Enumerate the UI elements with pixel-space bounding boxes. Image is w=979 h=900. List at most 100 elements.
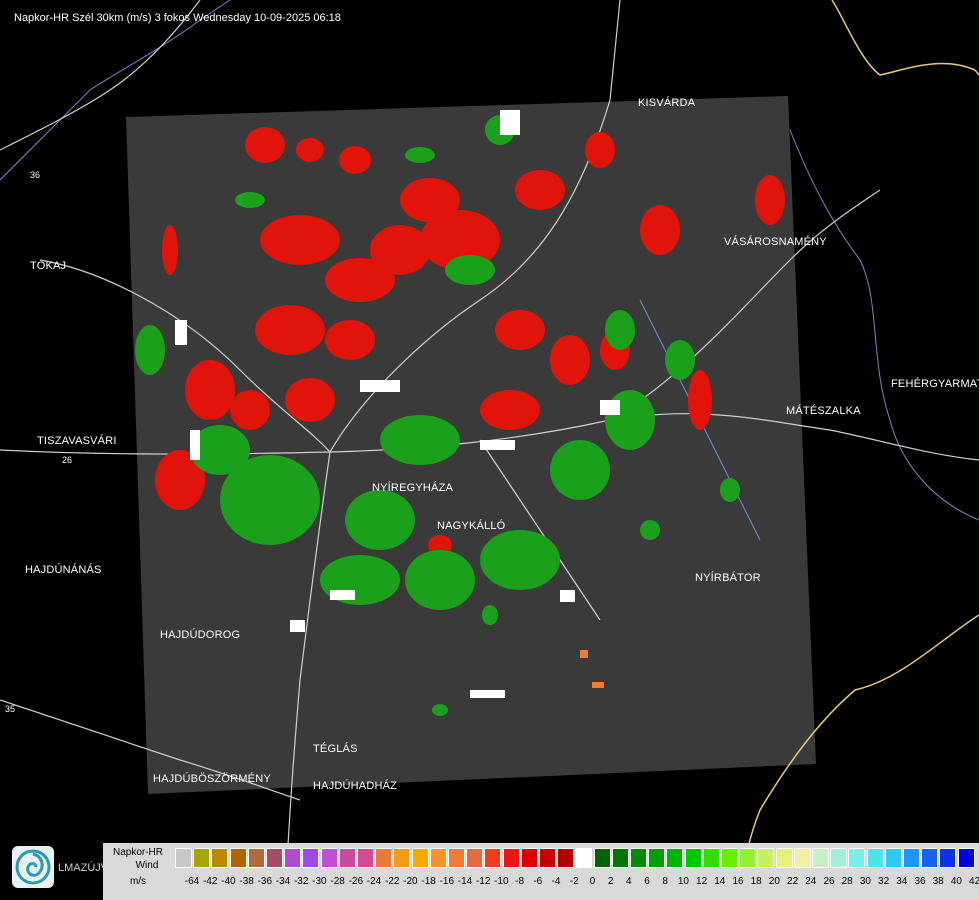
legend-swatch — [284, 848, 302, 868]
legend-tick-label: -8 — [515, 876, 525, 887]
legend-tick-label: 8 — [662, 876, 668, 887]
legend-tick-label: -24 — [366, 876, 382, 887]
legend-swatch — [630, 848, 647, 868]
map-title: Napkor-HR Szél 30km (m/s) 3 fokos Wednes… — [14, 12, 341, 24]
legend-swatch — [484, 848, 502, 868]
legend-tick-label: -18 — [421, 876, 436, 887]
legend-swatch — [648, 848, 666, 868]
legend-tick-label: -40 — [221, 876, 236, 887]
city-label-tiszavasvari: TISZAVASVÁRI — [37, 435, 117, 447]
legend-tick-label: 6 — [644, 876, 650, 887]
legend-tick-label: -36 — [257, 876, 273, 887]
legend-swatch — [939, 848, 957, 868]
legend-swatch — [266, 848, 283, 868]
legend-swatch — [411, 848, 429, 868]
legend-tick-label: -38 — [239, 876, 254, 887]
road-label: 35 — [5, 704, 15, 714]
legend-swatch — [393, 848, 411, 868]
legend-tick-label: 2 — [607, 876, 614, 887]
legend-swatch — [666, 848, 684, 868]
city-label-fehergyarmat: FEHÉRGYARMAT — [891, 378, 979, 390]
legend-swatch — [575, 848, 593, 868]
legend-swatch — [193, 848, 211, 868]
legend-title: Napkor-HR Wind m/s — [103, 846, 173, 888]
legend-tick-label: 42 — [969, 876, 979, 887]
city-label-hajdudorog: HAJDÚDOROG — [160, 629, 241, 641]
legend-tick-label: -12 — [475, 876, 491, 887]
legend-tick-label: 40 — [950, 876, 962, 887]
legend-swatch — [520, 848, 538, 868]
legend: Napkor-HR Wind m/s -64 -42 -40 -38 -36 -34 -32… — [103, 843, 979, 900]
legend-swatch — [466, 848, 484, 868]
legend-tick-label: -30 — [312, 876, 327, 887]
legend-tick-label: -34 — [275, 876, 291, 887]
legend-tick-label: -42 — [202, 876, 218, 887]
legend-swatch — [684, 848, 702, 868]
city-label-mateszalka: MÁTÉSZALKA — [786, 405, 861, 417]
legend-swatch — [793, 848, 811, 868]
legend-tick-label: -6 — [533, 876, 543, 887]
legend-tick-label: 14 — [714, 876, 726, 887]
legend-swatch — [448, 848, 465, 868]
legend-swatch — [812, 848, 829, 868]
legend-tick-label: -2 — [569, 876, 579, 887]
city-label-hajduboszormeny: HAJDÚBÖSZÖRMÉNY — [153, 773, 271, 785]
legend-swatch — [302, 848, 320, 868]
legend-title-line: Wind — [135, 860, 159, 871]
legend-swatch — [593, 848, 611, 868]
legend-swatch — [830, 848, 848, 868]
legend-tick-label: 38 — [932, 876, 944, 887]
legend-swatch — [702, 848, 720, 868]
city-label-kisvarda: KISVÁRDA — [638, 97, 696, 109]
legend-swatch — [866, 848, 884, 868]
legend-swatch — [320, 848, 338, 868]
legend-swatch — [775, 848, 793, 868]
legend-tick-label: 18 — [750, 876, 762, 887]
legend-tick-label: -28 — [330, 876, 345, 887]
city-label-hajduhadhaz: HAJDÚHADHÁZ — [313, 780, 398, 792]
legend-tick-label: 26 — [823, 876, 835, 887]
legend-tick-label: 36 — [914, 876, 926, 887]
legend-swatch — [247, 848, 265, 868]
legend-swatch — [884, 848, 902, 868]
legend-tick-label: 4 — [626, 876, 632, 887]
legend-swatch — [502, 848, 520, 868]
legend-tick-label: 32 — [878, 876, 890, 887]
city-label-nyirbator: NYÍRBÁTOR — [695, 572, 761, 584]
legend-tick-label: -26 — [348, 876, 364, 887]
legend-swatch — [848, 848, 866, 868]
legend-tick-label: 24 — [805, 876, 817, 887]
road-label: 36 — [30, 170, 40, 180]
legend-swatch — [229, 848, 247, 868]
legend-swatch — [903, 848, 920, 868]
legend-tick-label: 30 — [859, 876, 871, 887]
city-label-tokaj: TOKAJ — [30, 260, 67, 272]
legend-swatch — [557, 848, 575, 868]
legend-tick-label: -20 — [403, 876, 418, 887]
city-label-nyiregyhaza: NYÍREGYHÁZA — [372, 482, 454, 494]
legend-tick-label: 22 — [787, 876, 799, 887]
legend-tick-label: 20 — [768, 876, 780, 887]
legend-swatch — [175, 848, 192, 868]
legend-swatch — [338, 848, 356, 868]
legend-tick-label: 10 — [677, 876, 689, 887]
legend-tick-label: 34 — [896, 876, 908, 887]
legend-tick-label: -64 — [184, 876, 200, 887]
legend-swatch — [211, 848, 229, 868]
legend-tick-label: -22 — [384, 876, 400, 887]
legend-swatch — [611, 848, 629, 868]
legend-swatch — [921, 848, 939, 868]
legend-title-line: m/s — [129, 876, 147, 887]
city-label-nagykallo: NAGYKÁLLÓ — [437, 520, 506, 532]
legend-tick-label: -4 — [551, 876, 561, 887]
legend-swatch — [957, 848, 975, 868]
legend-tick-label: -32 — [293, 876, 309, 887]
legend-swatch — [357, 848, 374, 868]
legend-tick-label: -14 — [457, 876, 473, 887]
legend-swatch — [429, 848, 447, 868]
legend-tick-label: 12 — [696, 876, 708, 887]
radar-map: 36 26 35 — [0, 0, 979, 900]
legend-tick-label: 0 — [589, 876, 596, 887]
legend-title-line: Napkor-HR — [112, 847, 163, 858]
legend-swatch — [739, 848, 757, 868]
